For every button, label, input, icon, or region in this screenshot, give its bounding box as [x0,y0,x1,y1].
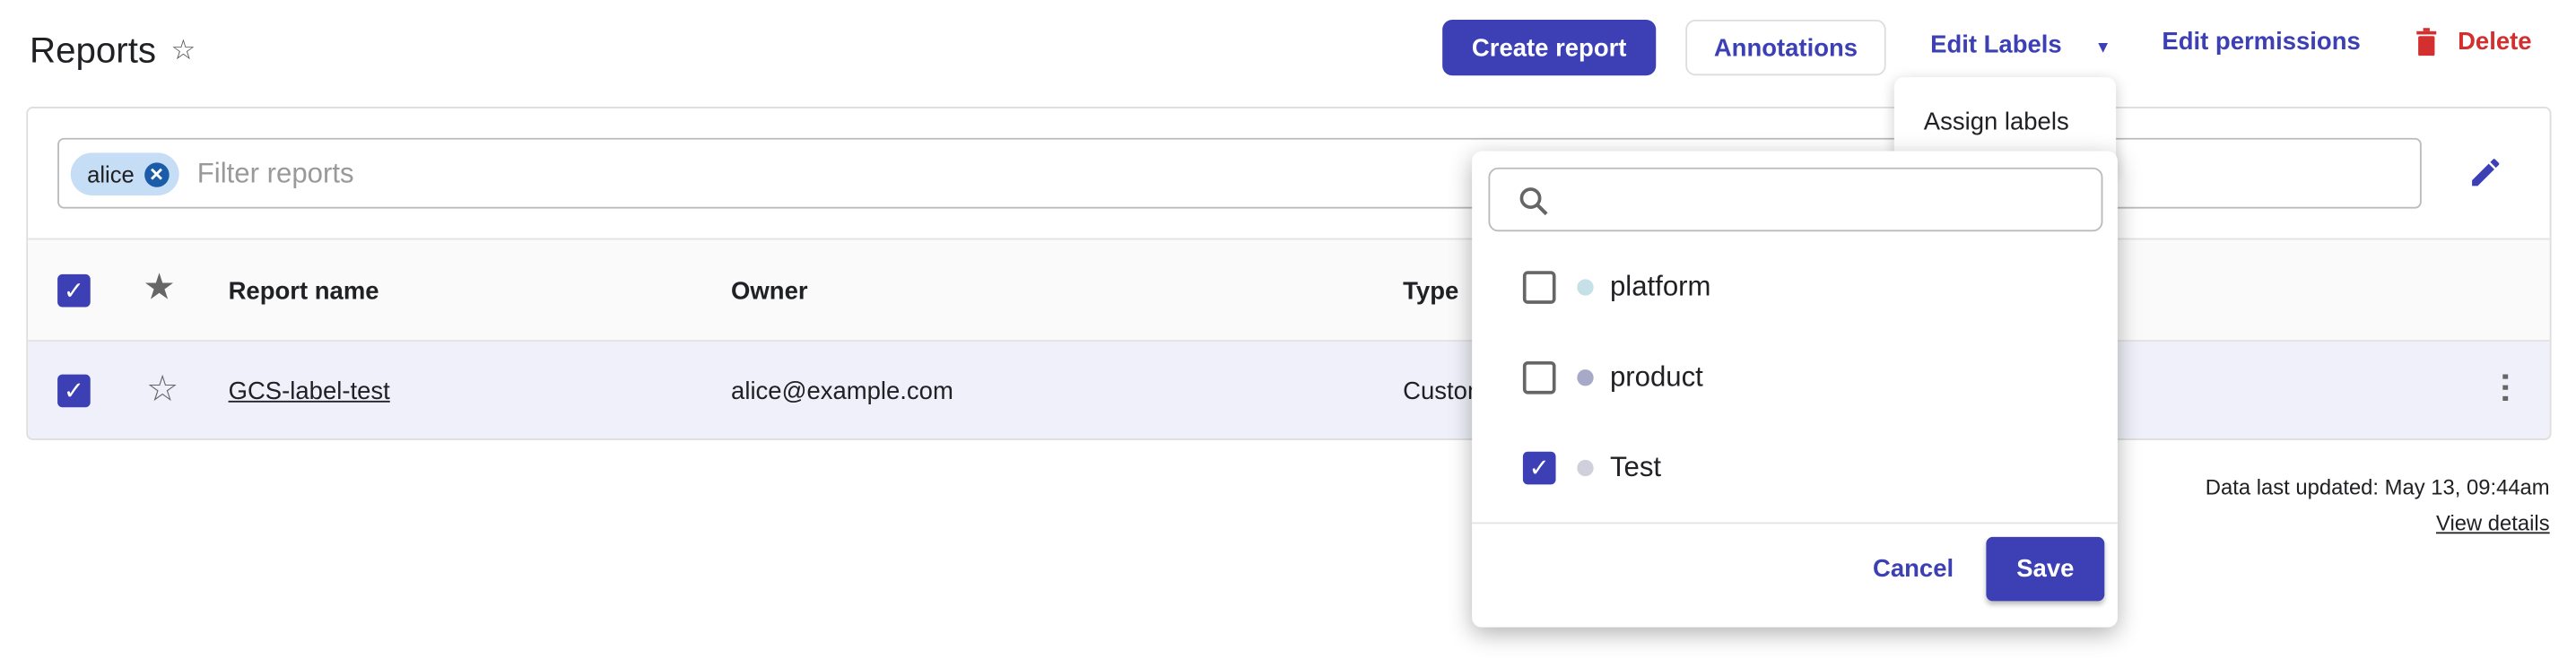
checkbox[interactable] [1522,360,1556,395]
delete-button[interactable]: Delete [2415,28,2532,56]
label-name: Test [1609,451,1662,483]
checkbox[interactable] [1522,271,1556,304]
label-color-dot [1577,369,1594,386]
filter-chip: alice ✕ [70,152,179,195]
trash-icon [2416,28,2437,56]
annotations-button[interactable]: Annotations [1685,19,1886,76]
table-header: ✓ ★ Report name Owner Type [28,238,2550,342]
pencil-icon[interactable] [2467,154,2503,190]
label-option-product[interactable]: product [1522,360,1703,395]
edit-labels-label: Edit Labels [1930,30,2062,59]
save-button[interactable]: Save [1986,536,2105,602]
chip-label: alice [87,160,135,187]
edit-permissions-button[interactable]: Edit permissions [2162,28,2360,56]
favorite-star-icon[interactable]: ☆ [170,34,196,67]
page-title: Reports [29,29,157,71]
delete-label: Delete [2458,28,2532,56]
cancel-button[interactable]: Cancel [1873,555,1954,583]
kebab-menu-icon[interactable]: ⋯ [2487,371,2523,404]
label-name: product [1609,360,1703,393]
view-details-link[interactable]: View details [2436,511,2550,535]
data-last-updated: Data last updated: May 13, 09:44am [2205,474,2550,499]
labels-popup: platform product ✓ Test Cancel Save [1472,151,2118,628]
star-outline-icon[interactable]: ☆ [146,368,178,411]
search-icon [1519,187,1548,216]
report-link[interactable]: GCS-label-test [229,377,390,405]
column-report-name[interactable]: Report name [229,278,379,306]
owner-cell: alice@example.com [731,377,953,406]
label-name: platform [1609,271,1711,303]
label-color-dot [1577,279,1594,296]
caret-down-icon: ▼ [2094,39,2111,58]
create-report-button[interactable]: Create report [1442,19,1657,76]
label-option-test[interactable]: ✓ Test [1522,451,1662,485]
table-row[interactable]: ✓ ☆ GCS-label-test alice@example.com Cus… [28,341,2550,439]
checkbox[interactable]: ✓ [1522,451,1556,485]
star-filled-icon[interactable]: ★ [143,266,175,309]
chip-remove-icon[interactable]: ✕ [144,161,170,186]
label-search-input[interactable] [1488,167,2103,232]
label-option-platform[interactable]: platform [1522,271,1711,304]
edit-labels-button[interactable]: Edit Labels ▼ [1930,31,2111,59]
column-type[interactable]: Type [1403,278,1458,306]
reports-card: alice ✕ Filter reports ✓ ★ Report name O… [26,107,2552,440]
menu-item-assign-labels[interactable]: Assign labels [1924,108,2069,136]
filter-placeholder: Filter reports [196,157,354,189]
label-color-dot [1577,459,1594,477]
row-checkbox[interactable]: ✓ [57,374,91,408]
column-owner[interactable]: Owner [731,278,808,306]
select-all-checkbox[interactable]: ✓ [57,273,91,308]
divider [1472,522,2118,525]
